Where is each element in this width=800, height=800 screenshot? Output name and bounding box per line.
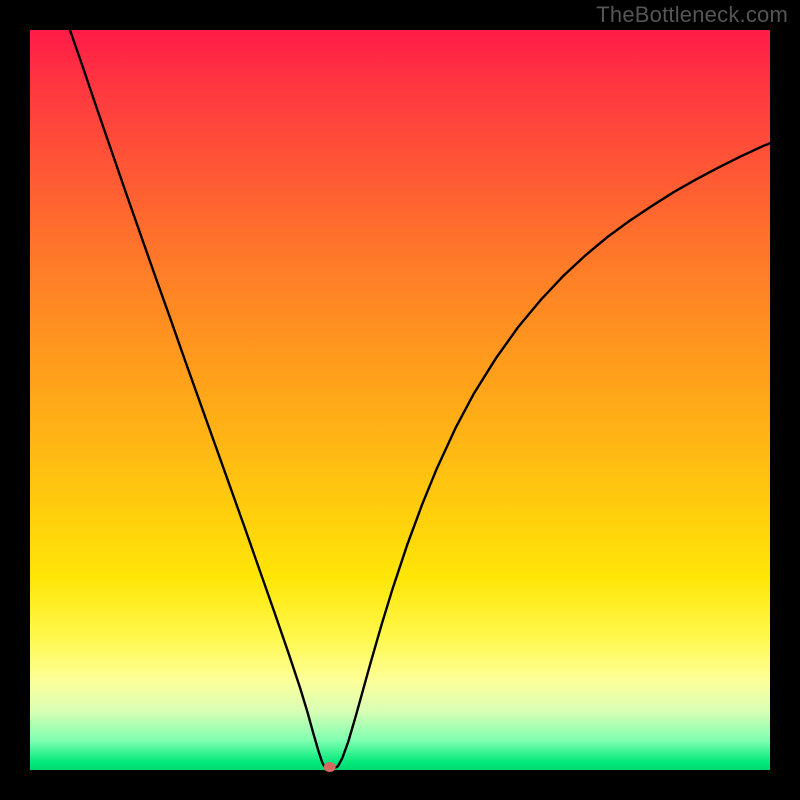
bottleneck-curve bbox=[70, 30, 770, 769]
watermark-text: TheBottleneck.com bbox=[596, 2, 788, 28]
chart-stage: TheBottleneck.com bbox=[0, 0, 800, 800]
plot-area bbox=[30, 30, 770, 770]
chart-svg bbox=[30, 30, 770, 770]
notch-marker bbox=[324, 762, 336, 772]
